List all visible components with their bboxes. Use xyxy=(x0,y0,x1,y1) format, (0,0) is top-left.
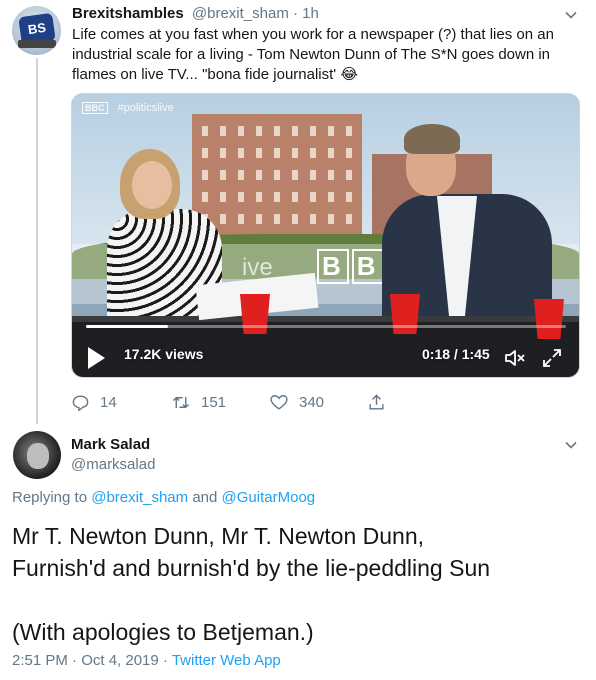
red-cup xyxy=(534,299,564,339)
retweet-count: 151 xyxy=(201,394,227,411)
building-window xyxy=(274,126,280,136)
share-icon xyxy=(369,394,384,410)
building-window xyxy=(292,148,298,158)
building-window xyxy=(274,170,280,180)
logo-base xyxy=(18,40,56,48)
building-window xyxy=(310,126,316,136)
building-window xyxy=(328,126,334,136)
replying-and: and xyxy=(188,489,222,506)
building-window xyxy=(274,192,280,202)
author-handle[interactable]: @marksalad xyxy=(71,456,155,473)
building-window xyxy=(256,170,262,180)
building-window xyxy=(328,214,334,224)
building-window xyxy=(256,148,262,158)
building-window xyxy=(346,148,352,158)
hashtag-text: #politicslive xyxy=(117,102,174,114)
building-window xyxy=(220,126,226,136)
replying-prefix: Replying to xyxy=(12,489,92,506)
tweet-line: Furnish'd and burnish'd by the lie-peddl… xyxy=(12,555,491,581)
like-button[interactable]: 340 xyxy=(269,393,324,412)
building-window xyxy=(292,170,298,180)
bbc-badge: BBC xyxy=(82,102,108,114)
woman-face xyxy=(132,161,172,209)
meta-separator: · xyxy=(288,5,303,22)
building-window xyxy=(310,170,316,180)
building-window xyxy=(346,170,352,180)
fullscreen-icon[interactable] xyxy=(540,346,564,370)
building-window xyxy=(238,214,244,224)
play-icon[interactable] xyxy=(88,347,105,369)
building-window xyxy=(328,170,334,180)
building-window xyxy=(346,126,352,136)
building-window xyxy=(346,214,352,224)
building-window xyxy=(310,148,316,158)
man-hair xyxy=(404,124,460,154)
building-window xyxy=(274,148,280,158)
building-window xyxy=(256,214,262,224)
building-window xyxy=(292,126,298,136)
mention-link[interactable]: @brexit_sham xyxy=(91,489,188,506)
building-window xyxy=(274,214,280,224)
red-cup xyxy=(390,294,420,334)
tweet-body: Mr T. Newton Dunn, Mr T. Newton Dunn, Fu… xyxy=(12,520,582,648)
avatar[interactable]: BS xyxy=(12,6,61,55)
tweet-time[interactable]: 1h xyxy=(302,5,319,22)
building-window xyxy=(202,126,208,136)
reply-icon xyxy=(72,395,89,412)
avatar-face xyxy=(27,443,49,469)
tweet-line: (With apologies to Betjeman.) xyxy=(12,619,314,645)
reply-button[interactable]: 14 xyxy=(71,393,117,412)
building-window xyxy=(256,126,262,136)
retweet-button[interactable]: 151 xyxy=(171,393,226,412)
bbc-letter: B xyxy=(317,249,349,284)
author-handle[interactable]: @brexit_sham xyxy=(192,5,289,22)
building-window xyxy=(256,192,262,202)
building-window xyxy=(328,148,334,158)
video-progress-fill xyxy=(86,325,168,328)
avatar[interactable] xyxy=(13,431,61,479)
thread-connector-line xyxy=(36,58,38,424)
replying-to: Replying to @brexit_sham and @GuitarMoog xyxy=(12,489,315,506)
tweet-line xyxy=(12,584,582,616)
bbc-letter: B xyxy=(351,249,384,284)
red-cup xyxy=(240,294,270,334)
view-count: 17.2K views xyxy=(124,346,204,362)
mention-link[interactable]: @GuitarMoog xyxy=(222,489,316,506)
author-name[interactable]: Mark Salad xyxy=(71,436,150,453)
building-window xyxy=(238,148,244,158)
building-window xyxy=(238,170,244,180)
reply-count: 14 xyxy=(100,394,117,411)
tweet-line: Mr T. Newton Dunn, Mr T. Newton Dunn, xyxy=(12,523,425,549)
like-count: 340 xyxy=(299,394,325,411)
video-progress-bar[interactable] xyxy=(86,325,566,328)
client-link[interactable]: Twitter Web App xyxy=(172,652,281,669)
building-window xyxy=(238,192,244,202)
heart-icon xyxy=(270,395,288,410)
building-window xyxy=(292,214,298,224)
building-window xyxy=(328,192,334,202)
building-window xyxy=(292,192,298,202)
chevron-down-icon[interactable] xyxy=(564,438,578,452)
tweet-actions: 14 151 340 xyxy=(71,393,431,413)
building-window xyxy=(346,192,352,202)
author-name[interactable]: Brexitshambles xyxy=(72,5,184,22)
video-hashtag-overlay: BBC #politicslive xyxy=(82,102,174,114)
video-time: 0:18 / 1:45 xyxy=(422,346,490,362)
share-button[interactable] xyxy=(367,393,396,412)
video-player[interactable]: ive BBC BBC#politicslive 17.2K views 0:1… xyxy=(71,93,580,378)
timestamp-text[interactable]: 2:51 PM · Oct 4, 2019 · xyxy=(12,652,172,669)
retweet-icon xyxy=(172,396,190,409)
tweet-text: Life comes at you fast when you work for… xyxy=(72,26,554,83)
building-window xyxy=(310,214,316,224)
building-window xyxy=(310,192,316,202)
tweet-header: Brexitshambles @brexit_sham · 1h xyxy=(72,5,319,22)
speaker-muted-icon[interactable] xyxy=(503,346,527,370)
tweet-timestamp: 2:51 PM · Oct 4, 2019 · Twitter Web App xyxy=(12,652,281,669)
chevron-down-icon[interactable] xyxy=(564,8,578,22)
building-window xyxy=(238,126,244,136)
